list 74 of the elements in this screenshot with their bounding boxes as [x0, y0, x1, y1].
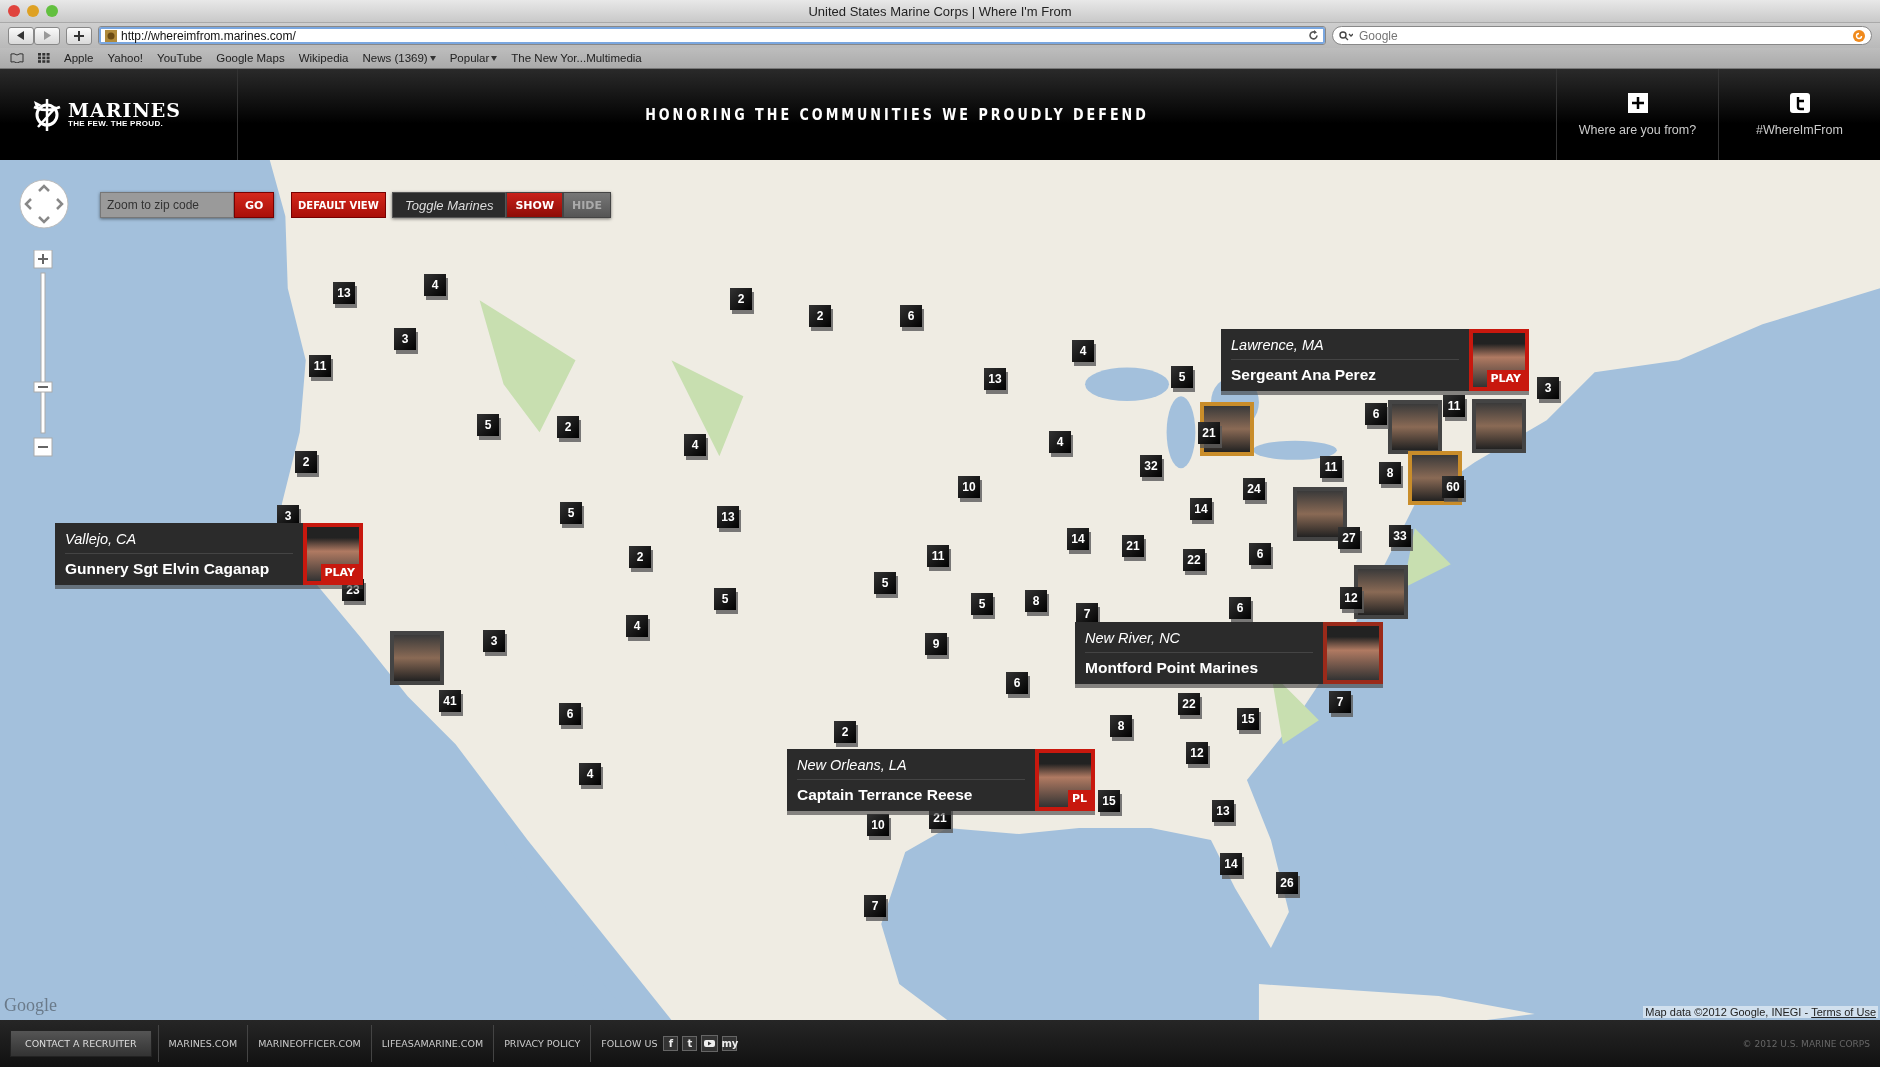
bookmark-link[interactable]: Apple — [64, 52, 94, 64]
callout-card[interactable]: New River, NC Montford Point Marines — [1075, 622, 1323, 684]
book-icon[interactable] — [10, 53, 24, 63]
map-attribution: Map data ©2012 Google, INEGI - — [1645, 1006, 1809, 1018]
close-button[interactable] — [8, 5, 20, 17]
zoom-out-button[interactable] — [33, 437, 53, 457]
bookmark-menu[interactable]: News (1369) — [362, 52, 436, 64]
caret-icon — [429, 55, 436, 61]
bookmark-link[interactable]: The New Yor...Multimedia — [511, 52, 642, 64]
zoom-thumb[interactable] — [33, 381, 53, 393]
callout-place: Vallejo, CA — [65, 530, 293, 554]
callout-card[interactable]: New Orleans, LA Captain Terrance Reese — [787, 749, 1035, 811]
footer-link[interactable]: PRIVACY POLICY — [493, 1025, 591, 1062]
terms-link[interactable]: Terms of Use — [1811, 1006, 1876, 1018]
callout-card[interactable]: Vallejo, CA Gunnery Sgt Elvin Caganap — [55, 523, 303, 585]
plus-icon — [74, 30, 84, 41]
back-arrow-icon — [17, 31, 25, 40]
callout-place: Lawrence, MA — [1231, 336, 1459, 360]
copyright: © 2012 U.S. MARINE CORPS — [1742, 1038, 1870, 1049]
count-marker[interactable]: 6 — [1229, 597, 1251, 619]
marine-photo-marker[interactable] — [1388, 400, 1442, 454]
footer-link[interactable]: MARINEOFFICER.COM — [247, 1025, 371, 1062]
forward-arrow-icon — [43, 31, 51, 40]
map-logo: Google — [4, 995, 57, 1016]
play-button[interactable]: PLAY — [320, 564, 359, 581]
marine-photo-marker[interactable] — [1472, 399, 1526, 453]
footer-link[interactable]: LIFEASAMARINE.COM — [370, 1025, 494, 1062]
bookmark-link[interactable]: Yahoo! — [107, 52, 144, 64]
zoom-in-button[interactable] — [33, 250, 53, 269]
bookmark-link[interactable]: Wikipedia — [298, 52, 349, 64]
grid-icon[interactable] — [38, 53, 50, 63]
callout-place: New River, NC — [1085, 629, 1313, 653]
favicon-icon — [105, 29, 117, 42]
twitter-icon[interactable]: t — [682, 1036, 698, 1051]
facebook-icon[interactable]: f — [663, 1036, 679, 1051]
add-bookmark-button[interactable] — [66, 26, 92, 45]
callout-name: Gunnery Sgt Elvin Caganap — [65, 558, 271, 578]
reload-icon[interactable] — [1308, 30, 1319, 41]
back-button[interactable] — [8, 26, 34, 45]
go-button[interactable]: GO — [234, 192, 275, 218]
logo-motto: THE FEW. THE PROUD. — [68, 120, 165, 128]
search-icon — [1339, 30, 1353, 41]
youtube-icon[interactable] — [701, 1035, 719, 1052]
callout-place: New Orleans, LA — [797, 756, 1025, 780]
twitter-icon — [1789, 92, 1810, 113]
caret-icon — [491, 55, 498, 61]
search-field[interactable]: Google — [1332, 26, 1872, 45]
portrait-placeholder — [1323, 622, 1383, 684]
window-title: United States Marine Corps | Where I'm From — [808, 3, 1072, 19]
play-button[interactable]: PL — [1067, 790, 1091, 807]
bookmark-link[interactable]: YouTube — [157, 52, 203, 64]
address-field[interactable]: http://whereimfrom.marines.com/ — [98, 26, 1326, 45]
toggle-label: Toggle Marines — [392, 192, 507, 218]
callout-name: Sergeant Ana Perez — [1231, 364, 1377, 384]
default-view-button[interactable]: DEFAULT VIEW — [291, 192, 386, 218]
callout-name: Montford Point Marines — [1085, 657, 1260, 677]
pan-control[interactable] — [19, 179, 69, 229]
search-input[interactable]: Google — [1357, 27, 1849, 44]
callout-card[interactable]: Lawrence, MA Sergeant Ana Perez — [1221, 329, 1469, 391]
marine-photo-marker[interactable] — [390, 631, 444, 685]
play-button[interactable]: PLAY — [1486, 370, 1525, 387]
zoom-track[interactable] — [40, 272, 46, 434]
zip-code-field[interactable]: Zoom to zip code — [100, 192, 234, 218]
count-marker[interactable]: 7 — [1076, 603, 1098, 625]
footer-link[interactable]: MARINES.COM — [157, 1025, 248, 1062]
toggle-option[interactable]: SHOW — [506, 192, 564, 218]
plus-icon — [1627, 92, 1648, 113]
tagline: HONORING THE COMMUNITIES WE PROUDLY DEFEND — [645, 105, 1149, 124]
callout-name: Captain Terrance Reese — [797, 784, 974, 804]
myspace-icon[interactable]: my — [722, 1036, 738, 1051]
logo-wordmark: MARINES — [68, 101, 182, 120]
bookmark-link[interactable]: Google Maps — [216, 52, 285, 64]
contact-recruiter-button[interactable]: CONTACT A RECRUITER — [10, 1030, 152, 1057]
bookmark-menu[interactable]: Popular — [449, 52, 498, 64]
